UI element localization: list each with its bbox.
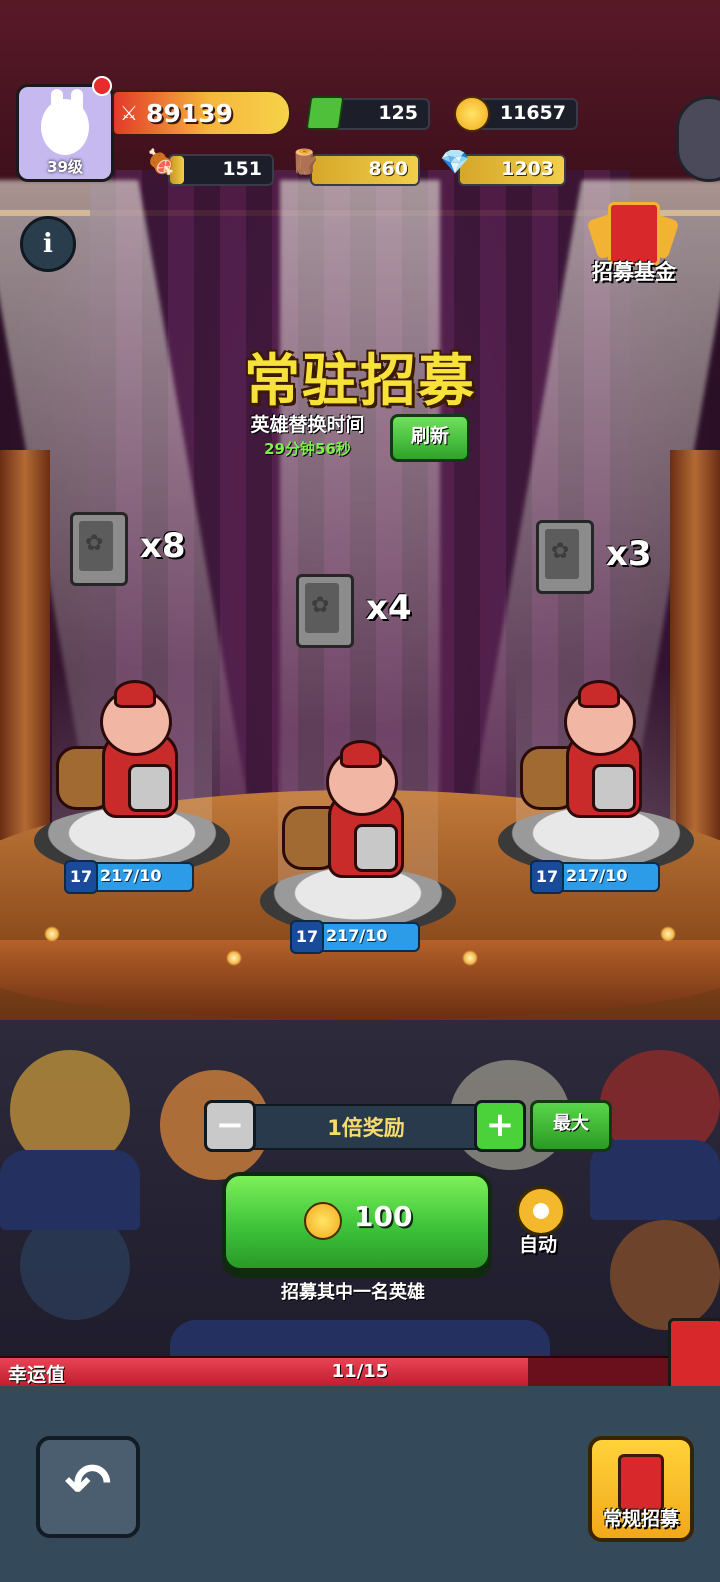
green-gem-icon <box>305 96 345 130</box>
hero-hair <box>340 740 382 768</box>
hero-level: 17 <box>64 860 98 894</box>
luck-reward-card-icon[interactable] <box>668 1318 720 1392</box>
hero-progress: 217/10 <box>326 926 388 945</box>
stone-shield <box>354 824 398 872</box>
wood-log-icon: 🪵 <box>290 148 320 176</box>
meat-counter[interactable]: 151 <box>168 154 274 186</box>
audience-member <box>610 1220 720 1330</box>
gold-coin-icon <box>454 96 490 132</box>
hero-shard-icon <box>536 520 594 594</box>
player-avatar[interactable]: 39级 <box>16 84 114 182</box>
recruit-description: 招募其中一名英雄 <box>281 1282 425 1303</box>
crystal-icon: 💎 <box>440 148 470 176</box>
recruit-cost: 100 <box>354 1200 413 1233</box>
shard-count: x8 <box>140 526 186 566</box>
audience-seat <box>590 1140 720 1220</box>
gear-icon <box>516 1186 566 1236</box>
luck-progress-bar: 幸运值 11/15 <box>0 1356 720 1388</box>
hero-shard-icon <box>296 574 354 648</box>
crystal-value: 1203 <box>501 158 554 180</box>
back-arrow-icon: ↶ <box>64 1452 112 1517</box>
recruit-fund-button[interactable]: 招募基金 <box>586 198 680 288</box>
hero-slot-center[interactable] <box>260 728 456 938</box>
normal-recruit-button[interactable]: 常规招募 <box>588 1436 694 1542</box>
meat-value: 151 <box>222 158 262 180</box>
multiplier-label: 1倍奖励 <box>327 1116 405 1140</box>
hero-level: 17 <box>530 860 564 894</box>
minus-icon: − <box>215 1105 245 1145</box>
wood-value: 860 <box>368 158 408 180</box>
power-value: 89139 <box>145 98 233 128</box>
stage-light <box>44 926 60 942</box>
gold-value: 11657 <box>499 102 566 124</box>
recruit-fund-label: 招募基金 <box>592 260 676 284</box>
hero-hair <box>114 680 156 708</box>
back-button[interactable]: ↶ <box>36 1436 140 1538</box>
info-button[interactable]: i <box>20 216 76 272</box>
stage-light <box>660 926 676 942</box>
notification-dot <box>92 76 112 96</box>
bunny-avatar-icon <box>41 99 89 155</box>
decrease-multiplier-button[interactable]: − <box>204 1100 256 1152</box>
pillar <box>0 450 50 870</box>
player-level: 39级 <box>47 158 83 176</box>
power-display: ⚔ 89139 <box>112 90 291 136</box>
hero-shard-icon <box>70 512 128 586</box>
hero-level: 17 <box>290 920 324 954</box>
stone-shield <box>592 764 636 812</box>
hero-progress: 217/10 <box>566 866 628 885</box>
audience-seat <box>0 1150 140 1230</box>
auto-label: 自动 <box>518 1234 557 1256</box>
hero-level-pill: 17 217/10 <box>530 860 660 894</box>
stage-light <box>462 950 478 966</box>
plus-icon: + <box>485 1105 515 1145</box>
hero-progress: 217/10 <box>100 866 162 885</box>
hero-level-pill: 17 217/10 <box>64 860 194 894</box>
refresh-button[interactable]: 刷新 <box>390 414 470 462</box>
crossed-swords-icon: ⚔ <box>120 101 138 125</box>
crystal-counter[interactable]: 1203 <box>458 154 566 186</box>
hero-slot-right[interactable] <box>498 668 694 878</box>
page-title: 常驻招募 <box>244 349 476 414</box>
increase-multiplier-button[interactable]: + <box>474 1100 526 1152</box>
normal-recruit-label: 常规招募 <box>602 1508 679 1530</box>
shard-count: x3 <box>606 534 652 574</box>
gem-counter[interactable]: 125 <box>330 98 430 130</box>
meat-icon: 🍖 <box>146 148 176 176</box>
countdown-timer: 29分钟56秒 <box>264 440 351 458</box>
hero-hair <box>578 680 620 708</box>
max-multiplier-button[interactable]: 最大 <box>530 1100 612 1152</box>
auto-recruit-button[interactable]: 自动 <box>506 1186 570 1256</box>
shard-count: x4 <box>366 588 412 628</box>
luck-value: 11/15 <box>331 1361 389 1382</box>
gem-value: 125 <box>378 102 418 124</box>
hero-slot-left[interactable] <box>34 668 230 878</box>
info-icon: i <box>43 229 53 259</box>
hero-level-pill: 17 217/10 <box>290 920 420 954</box>
gold-coin-icon <box>304 1202 342 1240</box>
side-menu-button[interactable] <box>676 96 720 182</box>
pillar <box>670 450 720 870</box>
swap-time-label: 英雄替换时间 <box>250 414 365 436</box>
reward-multiplier-display: 1倍奖励 <box>250 1104 482 1150</box>
recruit-button[interactable]: 100 <box>222 1172 492 1272</box>
wood-counter[interactable]: 860 <box>310 154 420 186</box>
stage-light <box>226 950 242 966</box>
stone-shield <box>128 764 172 812</box>
